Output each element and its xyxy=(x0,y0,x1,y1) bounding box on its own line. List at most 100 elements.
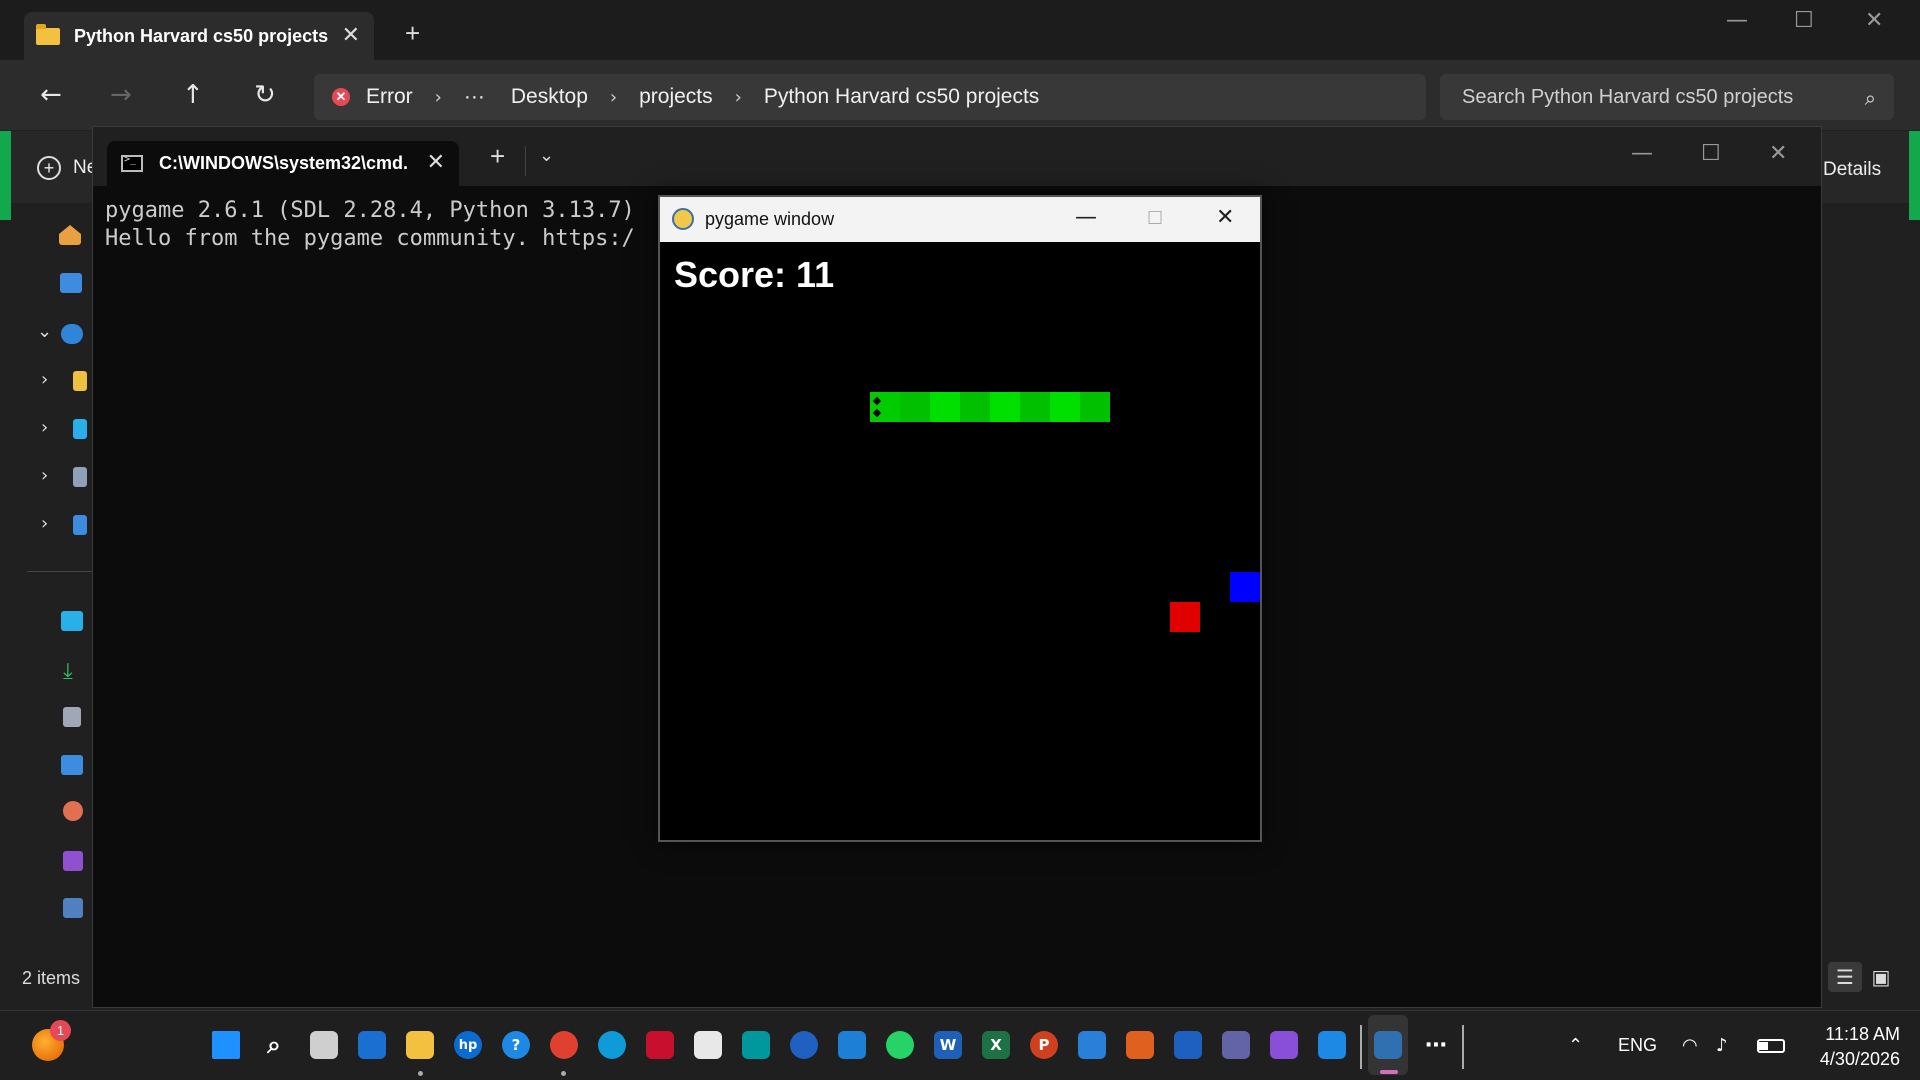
chevron-right-icon[interactable]: › xyxy=(41,417,48,438)
new-button[interactable]: + Ne xyxy=(37,156,97,180)
explorer-tab[interactable]: Python Harvard cs50 projects ✕ xyxy=(24,12,374,60)
system-clock[interactable]: 11:18 AM 4/30/2026 xyxy=(1800,1022,1900,1072)
help-icon[interactable]: ? xyxy=(502,1031,530,1059)
refresh-icon[interactable]: ↻ xyxy=(254,80,276,110)
music-icon[interactable] xyxy=(63,801,83,821)
forward-arrow-icon[interactable]: → xyxy=(110,80,132,110)
minimize-button[interactable]: — xyxy=(1075,205,1097,230)
terminal-tab[interactable]: C:\WINDOWS\system32\cmd. ✕ xyxy=(107,141,459,186)
language-indicator[interactable]: ENG xyxy=(1618,1035,1657,1056)
new-tab-button[interactable]: + xyxy=(405,18,420,49)
hp-icon[interactable]: hp xyxy=(454,1031,482,1059)
breadcrumb-projects[interactable]: projects xyxy=(639,85,713,109)
word-icon[interactable]: W xyxy=(934,1031,962,1059)
battery-icon[interactable] xyxy=(1757,1039,1785,1053)
videos-icon[interactable] xyxy=(63,851,83,871)
vscode-icon[interactable] xyxy=(838,1031,866,1059)
whatsapp-icon[interactable] xyxy=(886,1031,914,1059)
active-indicator xyxy=(1380,1070,1398,1074)
clock-date: 4/30/2026 xyxy=(1819,1049,1900,1069)
outlook-icon[interactable] xyxy=(358,1031,386,1059)
terminal-output[interactable]: pygame 2.6.1 (SDL 2.28.4, Python 3.13.7)… xyxy=(105,197,635,253)
volume-icon[interactable]: ♪ xyxy=(1716,1035,1728,1056)
explorer-tab-title: Python Harvard cs50 projects xyxy=(74,25,329,46)
chevron-up-icon[interactable]: ⌃ xyxy=(1568,1035,1583,1056)
chevron-down-icon[interactable]: ⌄ xyxy=(37,321,52,342)
gallery-icon[interactable] xyxy=(60,273,82,293)
close-button[interactable]: ✕ xyxy=(1865,8,1883,33)
home-icon[interactable] xyxy=(59,225,81,245)
details-view-icon[interactable]: ☰ xyxy=(1828,962,1862,992)
minimize-button[interactable]: — xyxy=(1726,8,1748,33)
search-placeholder: Search Python Harvard cs50 projects xyxy=(1462,85,1794,108)
tiles-view-icon[interactable]: ▣ xyxy=(1864,962,1898,992)
documents-icon[interactable] xyxy=(73,467,87,487)
up-arrow-icon[interactable]: ↑ xyxy=(182,80,204,110)
pictures-icon[interactable] xyxy=(73,515,87,535)
snake-segment xyxy=(960,392,990,422)
powerpoint-icon[interactable]: P xyxy=(1030,1031,1058,1059)
close-button[interactable]: ✕ xyxy=(1216,205,1234,230)
onedrive-icon[interactable] xyxy=(61,324,83,344)
terminal-titlebar: C:\WINDOWS\system32\cmd. ✕ + ⌄ — ☐ ✕ xyxy=(93,127,1821,186)
chevron-right-icon[interactable]: › xyxy=(41,513,48,534)
new-tab-button[interactable]: + xyxy=(490,141,505,172)
wifi-icon[interactable]: ◠ xyxy=(1682,1035,1698,1056)
explorer-titlebar: Python Harvard cs50 projects ✕ + — ☐ ✕ xyxy=(0,0,1920,60)
address-bar[interactable]: ✕ Error › ··· Desktop › projects › Pytho… xyxy=(314,74,1426,120)
chevron-right-icon: › xyxy=(609,86,618,108)
chevron-right-icon[interactable]: › xyxy=(41,369,48,390)
terminal-line: Hello from the pygame community. https:/ xyxy=(105,226,635,251)
back-arrow-icon[interactable]: ← xyxy=(40,80,62,110)
desktop-icon[interactable] xyxy=(61,611,83,631)
close-tab-icon[interactable]: ✕ xyxy=(427,149,445,175)
maximize-button[interactable]: ☐ xyxy=(1794,8,1814,33)
edge-icon[interactable] xyxy=(598,1031,626,1059)
breadcrumb-current[interactable]: Python Harvard cs50 projects xyxy=(764,85,1039,109)
excel-icon[interactable]: X xyxy=(982,1031,1010,1059)
pictures-icon[interactable] xyxy=(61,755,83,775)
ubuntu-icon[interactable] xyxy=(1126,1031,1154,1059)
folder-icon xyxy=(36,23,60,45)
penguin-app-icon[interactable] xyxy=(1078,1031,1106,1059)
chevron-down-icon[interactable]: ⌄ xyxy=(539,145,554,166)
desktop-icon[interactable] xyxy=(73,419,87,439)
python-icon[interactable] xyxy=(1374,1031,1402,1059)
close-tab-icon[interactable]: ✕ xyxy=(342,22,360,48)
details-button[interactable]: Details xyxy=(1823,159,1881,181)
minimize-button[interactable]: — xyxy=(1631,141,1653,166)
breadcrumb-overflow[interactable]: ··· xyxy=(464,85,485,109)
search-box[interactable]: Search Python Harvard cs50 projects ⌕ xyxy=(1440,74,1894,120)
mcafee-icon[interactable] xyxy=(646,1031,674,1059)
chevron-right-icon[interactable]: › xyxy=(41,465,48,486)
terminal-line: pygame 2.6.1 (SDL 2.28.4, Python 3.13.7) xyxy=(105,198,635,223)
maximize-button[interactable]: ☐ xyxy=(1701,141,1721,166)
app-store-icon[interactable] xyxy=(790,1031,818,1059)
downloads-icon[interactable]: ⤓ xyxy=(63,658,85,683)
documents-icon[interactable] xyxy=(63,707,81,727)
game-canvas[interactable]: Score: 11 xyxy=(660,242,1260,840)
sidebar-divider xyxy=(27,571,97,572)
running-indicator xyxy=(561,1071,566,1076)
taskbar: 1 ⌕ hp ? W X P ⋯ ⌃ ENG ◠ ♪ 11:18 AM 4/30… xyxy=(0,1010,1920,1080)
pygame-titlebar[interactable]: pygame window — ☐ ✕ xyxy=(660,197,1260,242)
search-icon[interactable]: ⌕ xyxy=(260,1031,288,1059)
breadcrumb-desktop[interactable]: Desktop xyxy=(511,85,588,109)
close-button[interactable]: ✕ xyxy=(1769,141,1787,166)
screenshots-icon[interactable] xyxy=(63,898,83,918)
more-apps-icon[interactable]: ⋯ xyxy=(1422,1031,1450,1059)
visual-studio-icon[interactable] xyxy=(1270,1031,1298,1059)
chrome-icon[interactable] xyxy=(550,1031,578,1059)
azure-icon[interactable] xyxy=(1318,1031,1346,1059)
photos-icon[interactable] xyxy=(1174,1031,1202,1059)
teams-icon[interactable] xyxy=(1222,1031,1250,1059)
windows-start-icon[interactable] xyxy=(212,1031,240,1059)
search-icon[interactable]: ⌕ xyxy=(1865,86,1876,110)
folder-icon[interactable] xyxy=(73,371,87,391)
task-view-icon[interactable] xyxy=(310,1031,338,1059)
snake-head xyxy=(870,392,900,422)
file-explorer-icon[interactable] xyxy=(406,1031,434,1059)
arduino-icon[interactable] xyxy=(742,1031,770,1059)
microsoft-store-icon[interactable] xyxy=(694,1031,722,1059)
breadcrumb-error[interactable]: Error xyxy=(366,85,413,109)
